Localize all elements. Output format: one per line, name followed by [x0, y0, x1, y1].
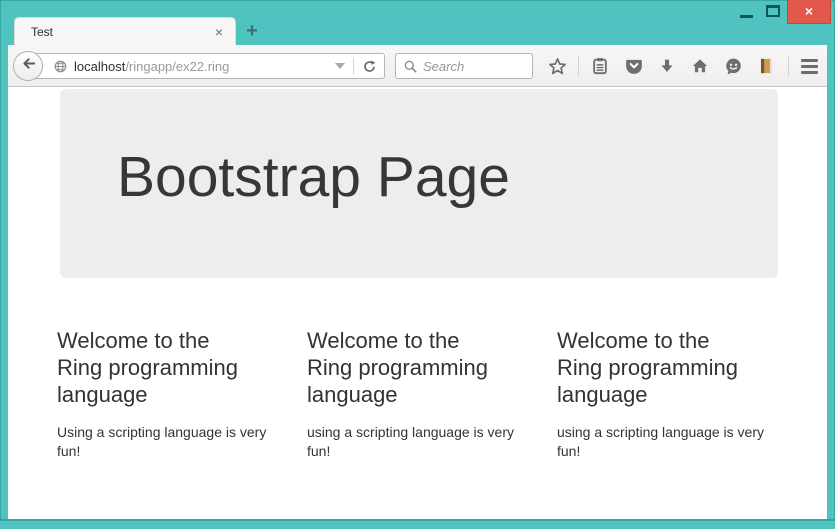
column-heading: Welcome to the Ring programming language: [557, 327, 747, 408]
browser-tab[interactable]: Test ×: [14, 17, 236, 45]
column-text: Using a scripting language is very fun!: [57, 423, 279, 461]
browser-chrome: localhost/ringapp/ex22.ring: [8, 45, 827, 519]
home-button[interactable]: [688, 54, 712, 78]
column-heading: Welcome to the Ring programming language: [57, 327, 247, 408]
toolbar-divider: [578, 56, 579, 76]
download-icon: [658, 57, 676, 75]
url-dropdown-icon[interactable]: [335, 63, 345, 69]
search-icon: [403, 59, 418, 74]
bookmarks-menu-button[interactable]: [588, 54, 612, 78]
bookmark-star-button[interactable]: [545, 54, 569, 78]
hamburger-icon: [801, 59, 818, 62]
titlebar: Test × + ×: [0, 0, 835, 45]
column-heading: Welcome to the Ring programming language: [307, 327, 497, 408]
minimize-icon: [740, 15, 753, 18]
navigation-toolbar: localhost/ringapp/ex22.ring: [8, 45, 827, 87]
content-column-3: Welcome to the Ring programming language…: [557, 327, 779, 461]
tab-close-icon[interactable]: ×: [213, 25, 225, 39]
toolbar-divider: [788, 56, 789, 76]
toolbar-icons: [545, 45, 821, 87]
reload-icon: [362, 59, 377, 74]
search-box[interactable]: [395, 53, 533, 79]
pocket-button[interactable]: [622, 54, 646, 78]
column-text: using a scripting language is very fun!: [307, 423, 529, 461]
back-arrow-icon: [20, 55, 37, 77]
home-icon: [691, 57, 709, 75]
column-row: Welcome to the Ring programming language…: [57, 327, 787, 461]
page-title: Bootstrap Page: [117, 149, 778, 206]
reload-button[interactable]: [354, 54, 384, 78]
maximize-icon: [766, 5, 780, 17]
content-column-2: Welcome to the Ring programming language…: [307, 327, 529, 461]
url-host: localhost: [74, 59, 125, 74]
search-input[interactable]: [423, 59, 526, 74]
addon-book-button[interactable]: [755, 54, 779, 78]
new-tab-button[interactable]: +: [240, 21, 264, 43]
jumbotron: Bootstrap Page: [60, 89, 778, 278]
pocket-icon: [625, 57, 643, 75]
hello-button[interactable]: [721, 54, 745, 78]
star-icon: [548, 57, 567, 76]
book-icon: [758, 57, 775, 75]
downloads-button[interactable]: [655, 54, 679, 78]
minimize-button[interactable]: [733, 0, 759, 24]
window-bottom-border: [0, 519, 835, 529]
globe-icon: [53, 59, 68, 74]
browser-window: Test × + × localhost/ringapp/ex22.ring: [0, 0, 835, 529]
clipboard-icon: [591, 57, 609, 75]
maximize-button[interactable]: [759, 0, 787, 24]
smiley-bubble-icon: [724, 57, 743, 76]
url-text: localhost/ringapp/ex22.ring: [74, 59, 327, 74]
back-button[interactable]: [13, 51, 43, 81]
column-text: using a scripting language is very fun!: [557, 423, 779, 461]
content-column-1: Welcome to the Ring programming language…: [57, 327, 279, 461]
page-content: Bootstrap Page Welcome to the Ring progr…: [8, 87, 827, 519]
close-button[interactable]: ×: [787, 0, 831, 24]
menu-button[interactable]: [798, 56, 821, 77]
url-path: /ringapp/ex22.ring: [125, 59, 229, 74]
url-bar[interactable]: localhost/ringapp/ex22.ring: [30, 53, 385, 79]
tab-title: Test: [31, 25, 213, 39]
window-controls: ×: [733, 0, 831, 24]
